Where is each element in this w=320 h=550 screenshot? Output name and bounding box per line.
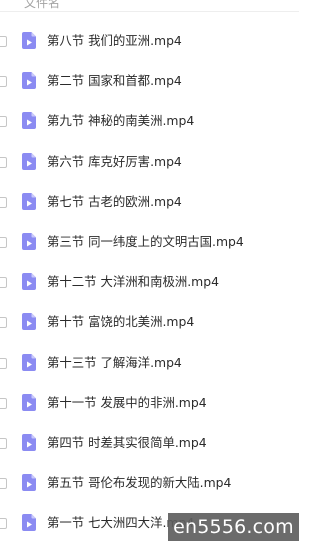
- video-file-icon: [22, 152, 36, 170]
- video-file-icon: [22, 112, 36, 130]
- file-name[interactable]: 第十三节 了解海洋.mp4: [47, 354, 182, 371]
- row-checkbox[interactable]: [0, 36, 7, 47]
- row-checkbox[interactable]: [0, 156, 7, 168]
- row-checkbox[interactable]: [0, 357, 7, 369]
- file-name[interactable]: 第八节 我们的亚洲.mp4: [47, 32, 182, 49]
- file-row[interactable]: 第四节 时差其实很简单.mp4: [0, 424, 299, 464]
- file-list-page: 文件名 第八节 我们的亚洲.mp4 第二节 国家和首都.mp4 第九节 神秘的南美洲…: [0, 0, 299, 550]
- file-row[interactable]: 第三节 同一纬度上的文明古国.mp4: [0, 223, 299, 263]
- video-file-icon: [22, 514, 36, 532]
- file-row[interactable]: 第九节 神秘的南美洲.mp4: [0, 102, 299, 142]
- file-name[interactable]: 第四节 时差其实很简单.mp4: [47, 434, 207, 451]
- file-row[interactable]: 第六节 库克好厉害.mp4: [0, 143, 299, 183]
- row-checkbox[interactable]: [0, 518, 7, 530]
- file-name[interactable]: 第七节 古老的欧洲.mp4: [47, 193, 182, 210]
- file-list: 第八节 我们的亚洲.mp4 第二节 国家和首都.mp4 第九节 神秘的南美洲.mp4…: [0, 22, 299, 544]
- file-row[interactable]: 第十一节 发展中的非洲.mp4: [0, 384, 299, 424]
- row-checkbox[interactable]: [0, 236, 7, 248]
- file-row[interactable]: 第八节 我们的亚洲.mp4: [0, 22, 299, 62]
- row-checkbox[interactable]: [0, 277, 7, 289]
- file-row[interactable]: 第十三节 了解海洋.mp4: [0, 344, 299, 384]
- row-checkbox[interactable]: [0, 478, 7, 490]
- watermark-text: en5556.com: [173, 516, 294, 538]
- video-file-icon: [22, 32, 36, 49]
- row-checkbox[interactable]: [0, 437, 7, 449]
- row-checkbox[interactable]: [0, 196, 7, 208]
- row-checkbox[interactable]: [0, 397, 7, 409]
- file-row[interactable]: 第十二节 大洋洲和南极洲.mp4: [0, 263, 299, 303]
- row-checkbox[interactable]: [0, 317, 7, 329]
- file-name[interactable]: 第十二节 大洋洲和南极洲.mp4: [47, 273, 219, 290]
- video-file-icon: [22, 313, 36, 331]
- video-file-icon: [22, 192, 36, 210]
- file-name[interactable]: 第二节 国家和首都.mp4: [47, 72, 182, 89]
- file-row[interactable]: 第七节 古老的欧洲.mp4: [0, 183, 299, 223]
- video-file-icon: [22, 393, 36, 411]
- video-file-icon: [22, 474, 36, 492]
- video-file-icon: [22, 353, 36, 371]
- row-checkbox[interactable]: [0, 76, 7, 88]
- header-divider: [0, 11, 299, 12]
- file-name[interactable]: 第九节 神秘的南美洲.mp4: [47, 112, 194, 129]
- video-file-icon: [22, 273, 36, 291]
- video-file-icon: [22, 433, 36, 451]
- file-name[interactable]: 第十节 富饶的北美洲.mp4: [47, 313, 194, 330]
- watermark: en5556.com: [168, 513, 299, 541]
- file-row[interactable]: 第二节 国家和首都.mp4: [0, 62, 299, 102]
- file-name[interactable]: 第十一节 发展中的非洲.mp4: [47, 394, 207, 411]
- video-file-icon: [22, 232, 36, 250]
- row-checkbox[interactable]: [0, 116, 7, 128]
- video-file-icon: [22, 72, 36, 90]
- file-name[interactable]: 第六节 库克好厉害.mp4: [47, 153, 182, 170]
- file-name[interactable]: 第三节 同一纬度上的文明古国.mp4: [47, 233, 244, 250]
- file-row[interactable]: 第十节 富饶的北美洲.mp4: [0, 303, 299, 343]
- file-list-header: 文件名: [0, 0, 299, 12]
- file-row[interactable]: 第五节 哥伦布发现的新大陆.mp4: [0, 464, 299, 504]
- file-name[interactable]: 第五节 哥伦布发现的新大陆.mp4: [47, 474, 231, 491]
